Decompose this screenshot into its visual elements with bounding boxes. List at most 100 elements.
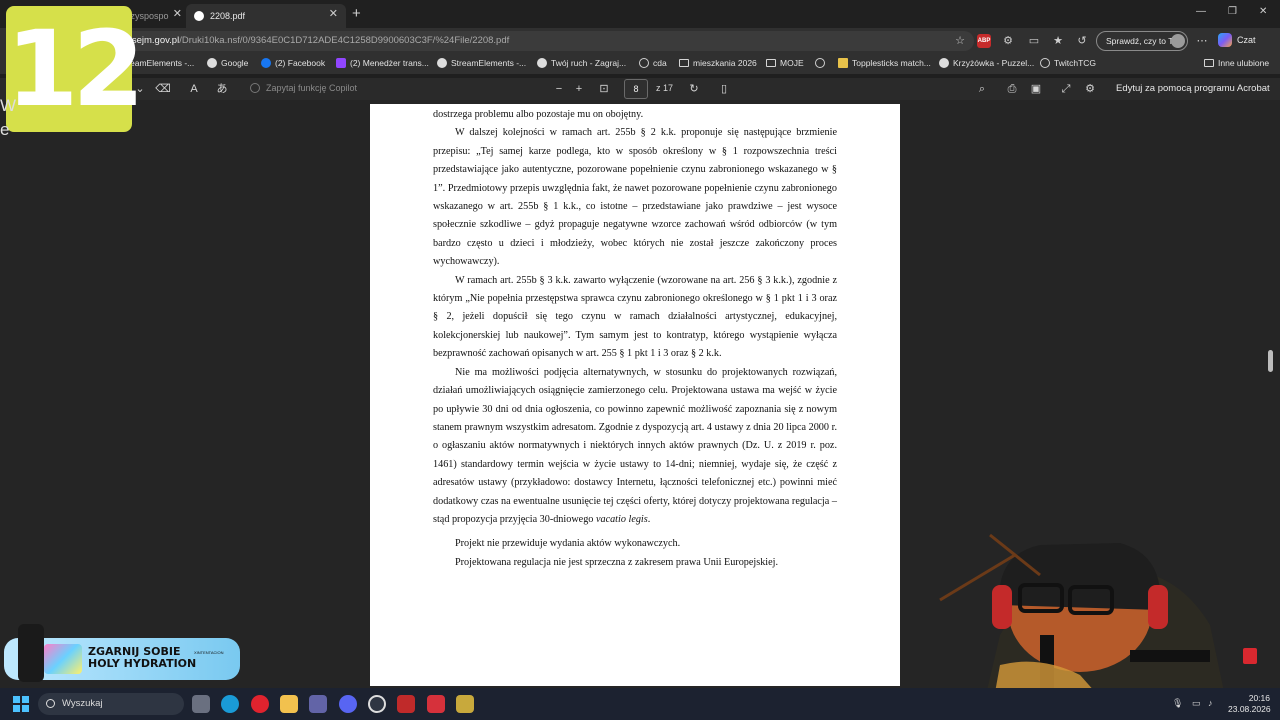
profile-button[interactable]: Sprawdź, czy to Ty bbox=[1096, 31, 1188, 51]
paragraph: W ramach art. 255b § 3 k.k. zawarto wyłą… bbox=[433, 274, 837, 360]
bookmark-label: TwitchTCG bbox=[1054, 58, 1097, 68]
network-icon[interactable]: ▭ bbox=[1192, 698, 1201, 709]
bookmark-label: Twój ruch - Zagraj... bbox=[551, 58, 627, 68]
bookmark-label: eamElements -... bbox=[130, 58, 195, 68]
app-icon[interactable] bbox=[456, 695, 474, 713]
other-bookmarks[interactable]: Inne ulubione bbox=[1204, 58, 1269, 68]
pdf-toolbar: ⌄ ⌫ A あ Zapytaj funkcję Copilot − + ⊡ 8 … bbox=[0, 78, 1280, 100]
close-icon[interactable]: ✕ bbox=[173, 7, 182, 20]
teams-icon[interactable] bbox=[309, 695, 327, 713]
left-edge-text: W e bbox=[0, 94, 16, 142]
bookmark-item[interactable]: cda bbox=[639, 58, 667, 68]
discord-icon[interactable] bbox=[339, 695, 357, 713]
profile-label: Sprawdź, czy to Ty bbox=[1106, 36, 1178, 46]
page-total: z 17 bbox=[656, 83, 674, 93]
rotate-icon[interactable]: ↻ bbox=[686, 81, 702, 97]
browser-tab-strip: czyspospo ✕ 2208.pdf ✕ + — ❐ ✕ bbox=[0, 0, 1280, 28]
ask-copilot-button[interactable]: Zapytaj funkcję Copilot bbox=[250, 83, 357, 93]
bookmark-item[interactable]: (2) Facebook bbox=[261, 58, 325, 68]
text-icon[interactable]: A bbox=[186, 81, 202, 97]
close-window-icon[interactable]: ✕ bbox=[1259, 6, 1267, 17]
bookmark-label: cda bbox=[653, 58, 667, 68]
bookmark-label: StreamElements -... bbox=[451, 58, 527, 68]
paragraph: dostrzega problemu albo pozostaje mu on … bbox=[433, 109, 644, 120]
history-icon[interactable]: ↺ bbox=[1075, 34, 1089, 48]
windows-start-icon[interactable] bbox=[13, 696, 29, 712]
extensions-icon[interactable]: ⚙ bbox=[1001, 34, 1015, 48]
favorites-icon[interactable]: ★ bbox=[1051, 34, 1065, 48]
print-icon[interactable]: ⎙ bbox=[1004, 81, 1020, 97]
bookmark-item[interactable]: MOJE bbox=[766, 58, 804, 68]
url-path: /Druki10ka.nsf/0/9364E0C1D712ADE4C1258D9… bbox=[179, 35, 510, 46]
file-explorer-icon[interactable] bbox=[280, 695, 298, 713]
opera-icon[interactable] bbox=[251, 695, 269, 713]
edge-icon[interactable] bbox=[221, 695, 239, 713]
translate-icon[interactable]: あ bbox=[214, 81, 230, 97]
split-screen-icon[interactable]: ▭ bbox=[1027, 34, 1041, 48]
bookmark-item[interactable] bbox=[815, 58, 829, 68]
clock-date: 23.08.2026 bbox=[1228, 704, 1271, 714]
paragraph: W dalszej kolejności w ramach art. 255b … bbox=[433, 127, 837, 268]
page-number-input[interactable]: 8 bbox=[624, 79, 648, 99]
volume-icon[interactable]: ♪ bbox=[1208, 698, 1213, 708]
bookmark-item[interactable]: TwitchTCG bbox=[1040, 58, 1096, 68]
zoom-out-icon[interactable]: − bbox=[551, 81, 567, 97]
microphone-icon[interactable]: 🎙 bbox=[1172, 698, 1183, 709]
more-icon[interactable]: ⋯ bbox=[1195, 34, 1209, 48]
copilot-label: Czat bbox=[1237, 35, 1256, 45]
star-icon[interactable]: ☆ bbox=[953, 34, 967, 48]
acrobat-icon[interactable] bbox=[1243, 648, 1257, 664]
copilot-chat-button[interactable]: Czat bbox=[1218, 33, 1256, 47]
maximize-icon[interactable]: ❐ bbox=[1228, 6, 1237, 17]
bookmark-item[interactable]: Google bbox=[207, 58, 248, 68]
new-tab-icon[interactable]: + bbox=[352, 5, 361, 22]
edit-in-acrobat-button[interactable]: Edytuj za pomocą programu Acrobat bbox=[1116, 83, 1270, 94]
bookmark-item[interactable]: StreamElements -... bbox=[437, 58, 526, 68]
bookmark-item[interactable]: Twój ruch - Zagraj... bbox=[537, 58, 626, 68]
fullscreen-icon[interactable]: ⤢ bbox=[1058, 81, 1074, 97]
promo-art bbox=[44, 644, 82, 674]
paragraph: Projektowana regulacja nie jest sprzeczn… bbox=[455, 556, 779, 568]
taskbar-search-input[interactable]: Wyszukaj bbox=[38, 693, 184, 715]
zoom-in-icon[interactable]: + bbox=[571, 81, 587, 97]
adblock-icon[interactable]: ABP bbox=[977, 34, 991, 48]
copilot-icon bbox=[1218, 33, 1232, 47]
bookmark-label: Krzyżówka - Puzzel... bbox=[953, 58, 1035, 68]
chatgpt-icon[interactable] bbox=[368, 695, 386, 713]
shaker-bottle-image bbox=[18, 624, 44, 682]
search-icon bbox=[46, 699, 55, 708]
bookmark-item[interactable]: (2) Menedżer trans... bbox=[336, 58, 429, 68]
italic-term: vacatio legis bbox=[595, 513, 648, 525]
settings-icon[interactable]: ⚙ bbox=[1082, 81, 1098, 97]
eraser-icon[interactable]: ⌫ bbox=[155, 81, 171, 97]
scrollbar[interactable] bbox=[1268, 350, 1273, 372]
promo-text: ZGARNIJ SOBIE HOLY HYDRATION bbox=[88, 646, 196, 670]
page-view-icon[interactable]: ▯ bbox=[716, 81, 732, 97]
bookmark-label: MOJE bbox=[780, 58, 804, 68]
app-icon[interactable] bbox=[427, 695, 445, 713]
save-icon[interactable]: ▣ bbox=[1028, 81, 1044, 97]
search-icon[interactable]: ⌕ bbox=[974, 81, 990, 97]
bookmark-item[interactable]: mieszkania 2026 bbox=[679, 58, 757, 68]
google-icon bbox=[207, 58, 217, 68]
bookmark-item[interactable]: eamElements -... bbox=[130, 58, 194, 68]
globe-icon bbox=[815, 58, 825, 68]
bookmark-label: (2) Facebook bbox=[275, 58, 326, 68]
system-clock[interactable]: 20:16 23.08.2026 bbox=[1228, 693, 1271, 715]
address-input[interactable]: rka.sejm.gov.pl/Druki10ka.nsf/0/9364E0C1… bbox=[110, 31, 974, 51]
app-icon[interactable] bbox=[397, 695, 415, 713]
tab-active[interactable]: 2208.pdf ✕ bbox=[186, 4, 346, 28]
task-view-icon[interactable] bbox=[192, 695, 210, 713]
search-placeholder: Wyszukaj bbox=[62, 698, 103, 709]
topplesticks-icon bbox=[838, 58, 848, 68]
close-icon[interactable]: ✕ bbox=[329, 7, 338, 20]
fit-page-icon[interactable]: ⊡ bbox=[596, 81, 612, 97]
minimize-icon[interactable]: — bbox=[1196, 6, 1206, 17]
left-edge-letter: e bbox=[0, 120, 10, 139]
facebook-icon bbox=[261, 58, 271, 68]
screen: czyspospo ✕ 2208.pdf ✕ + — ❐ ✕ rka.sejm.… bbox=[0, 0, 1280, 720]
windows-taskbar: Wyszukaj 🎙 ▭ ♪ 20:16 23.08.2026 bbox=[0, 688, 1280, 720]
bookmark-item[interactable]: Krzyżówka - Puzzel... bbox=[939, 58, 1034, 68]
paragraph-end: . bbox=[647, 513, 651, 525]
bookmark-item[interactable]: Topplesticks match... bbox=[838, 58, 931, 68]
